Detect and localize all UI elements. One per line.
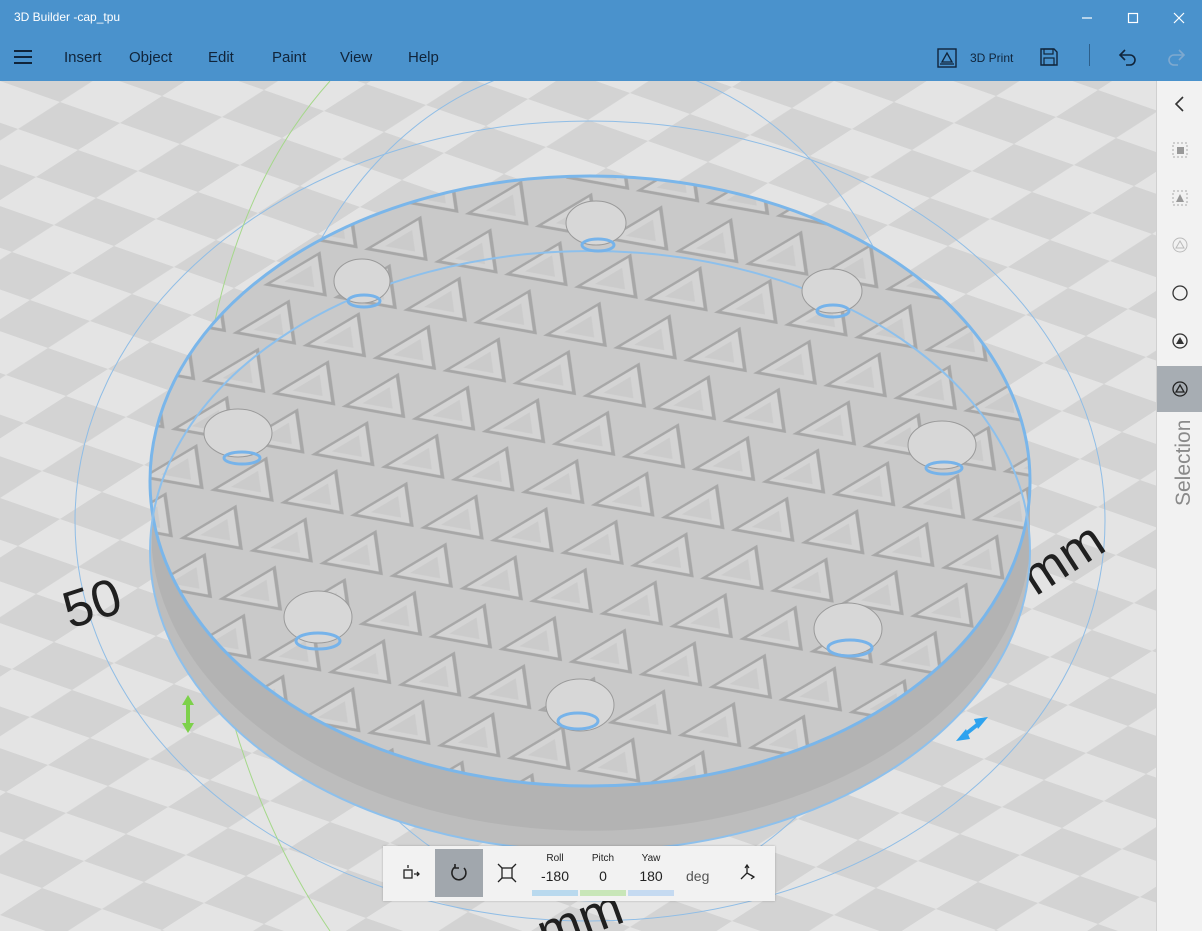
menu-view[interactable]: View (340, 49, 372, 66)
pitch-label: Pitch (591, 853, 615, 864)
svg-text:Selection: Selection (1172, 420, 1195, 506)
pitch-input[interactable]: 0 (578, 868, 628, 884)
menu-help[interactable]: Help (408, 49, 439, 66)
save-icon (1040, 48, 1058, 66)
3d-print-icon (937, 48, 957, 68)
undo-icon (1118, 49, 1136, 66)
save-button[interactable] (1038, 46, 1060, 73)
move-icon (403, 865, 420, 879)
select-edges-button[interactable] (1157, 222, 1202, 268)
close-icon (1173, 12, 1185, 24)
3d-viewport[interactable]: 50 50 mm mm (0, 81, 1156, 931)
roll-input[interactable]: -180 (530, 868, 580, 884)
3d-print-button[interactable]: 3D Print (936, 46, 1013, 70)
menu-edit[interactable]: Edit (208, 49, 234, 66)
minimize-icon (1082, 17, 1092, 19)
yaw-axis-bar (628, 890, 674, 896)
axis-icon (740, 863, 756, 880)
menu-paint[interactable]: Paint (272, 49, 306, 66)
menu-insert[interactable]: Insert (64, 49, 102, 66)
cap-model[interactable] (148, 174, 1032, 852)
triangle-mesh-icon (1172, 333, 1188, 349)
select-triangles-button[interactable] (1157, 318, 1202, 364)
selection-triangle-icon (1172, 381, 1188, 397)
menu-object[interactable]: Object (129, 49, 172, 66)
screw-hole (203, 408, 273, 458)
yaw-input[interactable]: 180 (626, 868, 676, 884)
window-title: 3D Builder -cap_tpu (14, 10, 121, 24)
chevron-left-icon (1174, 96, 1184, 112)
move-mode-button[interactable] (387, 849, 435, 897)
maximize-icon (1127, 12, 1139, 24)
rotate-icon (451, 864, 467, 881)
roll-axis-bar (532, 890, 578, 896)
select-objects-button[interactable] (1157, 127, 1202, 173)
redo-button[interactable] (1165, 46, 1187, 73)
pitch-axis-bar (580, 890, 626, 896)
scale-mode-button[interactable] (483, 849, 531, 897)
collapse-panel-button[interactable] (1157, 81, 1202, 127)
select-objects-icon (1172, 142, 1188, 158)
maximize-button[interactable] (1110, 0, 1156, 36)
select-faces-icon (1172, 190, 1188, 206)
axis-gizmo-button[interactable] (723, 849, 771, 897)
roll-label: Roll (546, 853, 564, 864)
toolbar-divider (1089, 44, 1090, 66)
circle-icon (1172, 285, 1188, 301)
select-vertices-button[interactable] (1157, 270, 1202, 316)
rotate-mode-button[interactable] (435, 849, 483, 897)
unit-label: deg (686, 868, 710, 884)
minimize-button[interactable] (1064, 0, 1110, 36)
selection-vertical-label: Selection (1160, 402, 1200, 512)
scale-icon (497, 863, 517, 883)
screw-hole (283, 590, 353, 644)
menu-bar: Insert Object Edit Paint View Help 3D Pr… (0, 36, 1202, 81)
select-edges-icon (1172, 237, 1188, 253)
close-button[interactable] (1156, 0, 1202, 36)
yaw-label: Yaw (641, 853, 661, 864)
hamburger-menu-icon[interactable] (14, 50, 32, 66)
title-bar: 3D Builder -cap_tpu (0, 0, 1202, 36)
redo-icon (1168, 49, 1186, 66)
select-faces-button[interactable] (1157, 175, 1202, 221)
rotate-toolbar: Roll -180 Pitch 0 Yaw 180 deg (383, 846, 775, 901)
scene-canvas[interactable]: 50 50 mm mm (0, 81, 1156, 931)
undo-button[interactable] (1117, 46, 1139, 73)
screw-hole (545, 678, 615, 732)
3d-print-label: 3D Print (970, 51, 1014, 65)
